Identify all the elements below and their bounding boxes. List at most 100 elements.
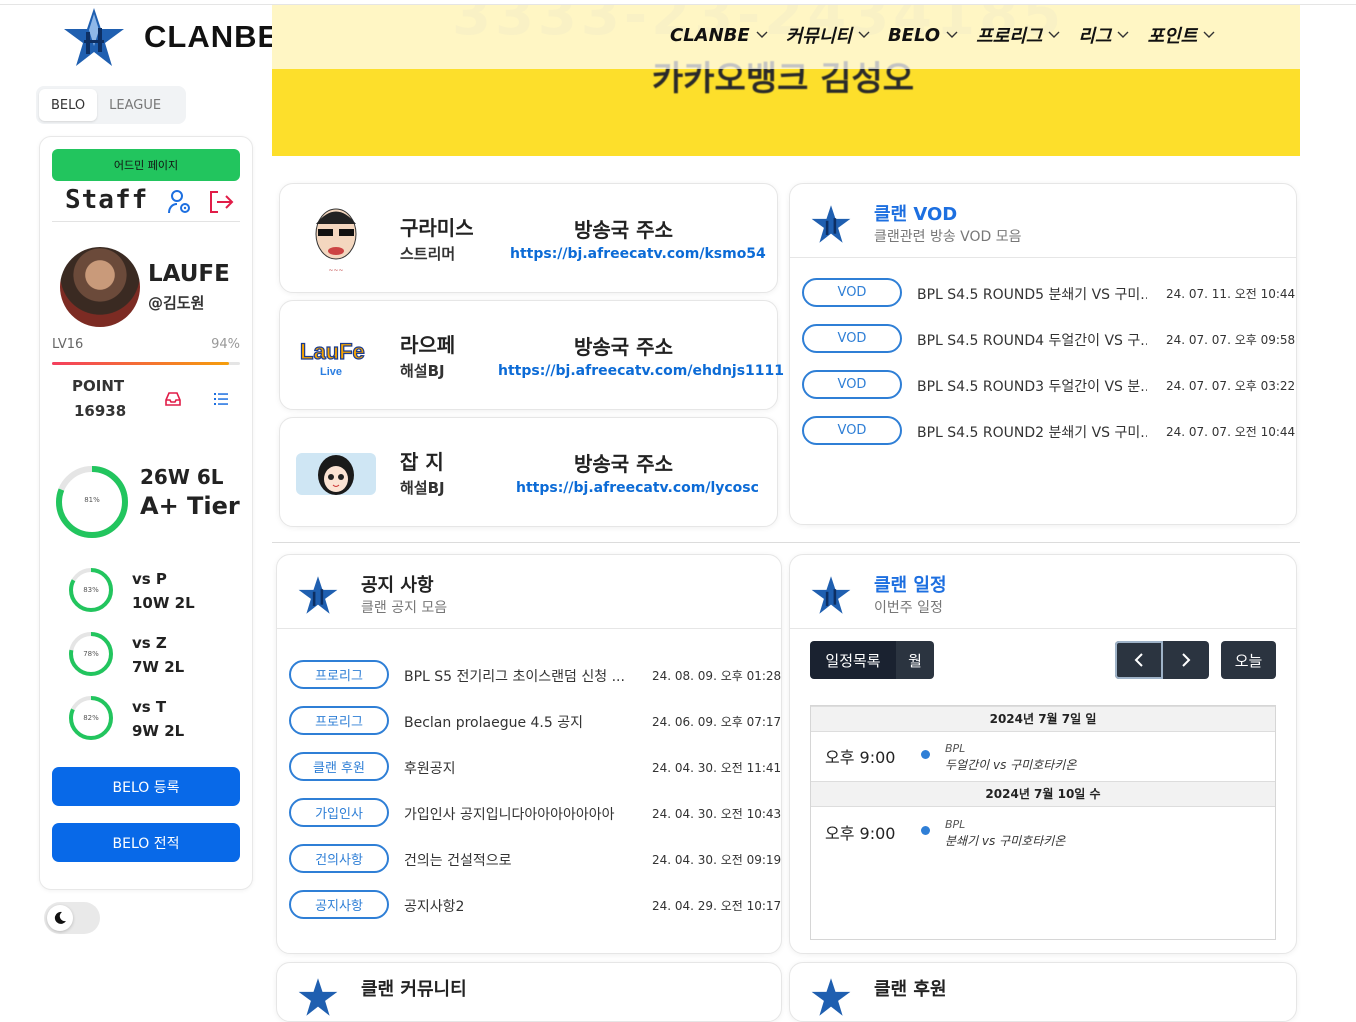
streamer-url-link[interactable]: https://bj.afreecatv.com/ksmo54: [510, 246, 766, 262]
matchup-vs-z: vs Z 7W 2L: [132, 631, 184, 679]
notice-tag[interactable]: 프로리그: [289, 660, 389, 689]
notice-date: 24. 04. 29. 오전 10:17: [652, 899, 782, 913]
notice-date: 24. 08. 09. 오후 01:28: [652, 669, 782, 683]
clan-star-icon: [298, 978, 338, 1016]
nav-point[interactable]: 포인트: [1147, 22, 1215, 48]
nav-clanbe[interactable]: CLANBE: [670, 22, 768, 48]
tab-belo[interactable]: BELO: [39, 89, 98, 121]
nav-belo[interactable]: BELO: [888, 22, 958, 48]
matchup-ring-label: 82%: [83, 714, 99, 722]
vod-date: 24. 07. 11. 오전 10:44: [1166, 287, 1296, 301]
notice-tag[interactable]: 클랜 후원: [289, 752, 389, 781]
clan-star-logo-icon: [64, 8, 124, 66]
user-settings-icon[interactable]: [168, 189, 192, 215]
matchup-label: vs T: [132, 698, 167, 716]
vod-tag[interactable]: VOD: [802, 370, 902, 399]
event-title[interactable]: 분쇄기 vs 구미호타키온: [945, 832, 1065, 849]
event-title[interactable]: 두얼간이 vs 구미호타키온: [945, 756, 1076, 773]
matchup-record: 9W 2L: [132, 722, 185, 740]
notice-title-link[interactable]: 후원공지: [404, 758, 634, 778]
view-list-button[interactable]: 일정목록: [810, 641, 896, 679]
vod-title-link[interactable]: BPL S4.5 ROUND2 분쇄기 VS 구미...: [917, 422, 1147, 442]
nav-proleague[interactable]: 프로리그: [976, 22, 1060, 48]
vod-card: 클랜 VOD 클랜관련 방송 VOD 모음 VOD BPL S4.5 ROUND…: [789, 183, 1297, 525]
nav-label: 포인트: [1147, 26, 1198, 47]
streamer-avatar: LauFe Live: [296, 321, 376, 391]
event-category: BPL: [945, 742, 966, 755]
notice-header: 공지 사항 클랜 공지 모음: [277, 555, 781, 629]
nav-community[interactable]: 커뮤니티: [786, 22, 870, 48]
section-title: 클랜 커뮤니티: [361, 979, 467, 1000]
streamer-address-label: 방송국 주소: [574, 335, 673, 359]
chevron-down-icon: [1117, 31, 1129, 38]
chevron-down-icon: [858, 31, 870, 38]
notice-title-link[interactable]: BPL S5 전기리그 초이스랜덤 신청 ...: [404, 666, 634, 686]
matchup-ring-label: 78%: [83, 650, 99, 658]
vod-date: 24. 07. 07. 오후 03:22: [1166, 379, 1296, 393]
notice-title-link[interactable]: Beclan prolaegue 4.5 공지: [404, 712, 634, 732]
vod-title-link[interactable]: BPL S4.5 ROUND3 두얼간이 VS 분...: [917, 376, 1147, 396]
dark-mode-toggle[interactable]: [44, 902, 100, 934]
streamer-role: 스트리머: [400, 245, 456, 263]
section-title: 공지 사항: [361, 575, 434, 596]
streamer-url-link[interactable]: https://bj.afreecatv.com/ehdnjs1111: [498, 363, 784, 379]
vod-header: 클랜 VOD 클랜관련 방송 VOD 모음: [790, 184, 1296, 258]
site-logo[interactable]: CLANBE: [62, 6, 279, 68]
logout-icon[interactable]: [208, 189, 234, 215]
section-subtitle: 클랜 공지 모음: [361, 600, 448, 616]
vod-title-link[interactable]: BPL S4.5 ROUND4 두얼간이 VS 구...: [917, 330, 1147, 350]
section-subtitle: 클랜관련 방송 VOD 모음: [874, 229, 1022, 245]
belo-register-button[interactable]: BELO 등록: [52, 767, 240, 806]
vod-title-link[interactable]: BPL S4.5 ROUND5 분쇄기 VS 구미...: [917, 284, 1147, 304]
notice-tag[interactable]: 건의사항: [289, 844, 389, 873]
toggle-knob: [47, 905, 73, 931]
streamer-url-link[interactable]: https://bj.afreecatv.com/lycosc: [516, 480, 759, 496]
notice-title-link[interactable]: 건의는 건설적으로: [404, 850, 634, 870]
support-card: 클랜 후원: [789, 962, 1297, 1022]
point-label: POINT: [72, 377, 125, 395]
view-month-button[interactable]: 월: [896, 641, 934, 679]
nav-league[interactable]: 리그: [1078, 22, 1129, 48]
overall-record: 26W 6L: [140, 465, 224, 489]
clan-star-icon: [811, 205, 851, 243]
admin-page-button[interactable]: 어드민 페이지: [52, 149, 240, 181]
nav-label: 커뮤니티: [785, 26, 852, 47]
streamer-name: 라으페: [400, 333, 456, 357]
community-card: 클랜 커뮤니티: [276, 962, 782, 1022]
winrate-ring-label: 81%: [84, 496, 100, 504]
section-title: 클랜 후원: [874, 979, 947, 1000]
vod-tag[interactable]: VOD: [802, 324, 902, 353]
vod-tag[interactable]: VOD: [802, 278, 902, 307]
belo-record-button[interactable]: BELO 전적: [52, 823, 240, 862]
matchup-label: vs P: [132, 570, 167, 588]
notice-title-link[interactable]: 가입인사 공지입니다아아아아아아아: [404, 804, 634, 824]
list-icon[interactable]: [213, 391, 229, 407]
matchup-record: 7W 2L: [132, 658, 185, 676]
nav-label: 리그: [1078, 26, 1112, 47]
moon-icon: [54, 911, 66, 924]
level-percent: 94%: [211, 337, 240, 352]
avatar: [60, 247, 140, 327]
today-button[interactable]: 오늘: [1221, 641, 1276, 679]
chevron-left-icon: [1134, 653, 1143, 667]
inbox-icon[interactable]: [164, 391, 182, 407]
schedule-day-header: 2024년 7월 10일 수: [811, 781, 1275, 807]
notice-title-link[interactable]: 공지사항2: [404, 896, 634, 916]
matchup-vs-p: vs P 10W 2L: [132, 567, 195, 615]
streamer-address-label: 방송국 주소: [574, 452, 673, 476]
notice-card: 공지 사항 클랜 공지 모음 프로리그 BPL S5 전기리그 초이스랜덤 신청…: [276, 554, 782, 954]
divider: [52, 221, 240, 222]
prev-button[interactable]: [1115, 641, 1163, 679]
tab-league[interactable]: LEAGUE: [97, 89, 173, 121]
vod-tag[interactable]: VOD: [802, 416, 902, 445]
notice-tag[interactable]: 프로리그: [289, 706, 389, 735]
sidebar-tabs: BELO LEAGUE: [36, 86, 186, 124]
next-button[interactable]: [1163, 641, 1209, 679]
nav-label: BELO: [887, 24, 941, 46]
section-title: 클랜 일정: [874, 575, 947, 596]
notice-tag[interactable]: 가입인사: [289, 798, 389, 827]
chevron-down-icon: [1203, 31, 1215, 38]
event-time: 오후 9:00: [825, 824, 896, 843]
streamer-card: LauFe Live 라으페 해설BJ 방송국 주소 https://bj.af…: [279, 300, 784, 410]
notice-tag[interactable]: 공지사항: [289, 890, 389, 919]
